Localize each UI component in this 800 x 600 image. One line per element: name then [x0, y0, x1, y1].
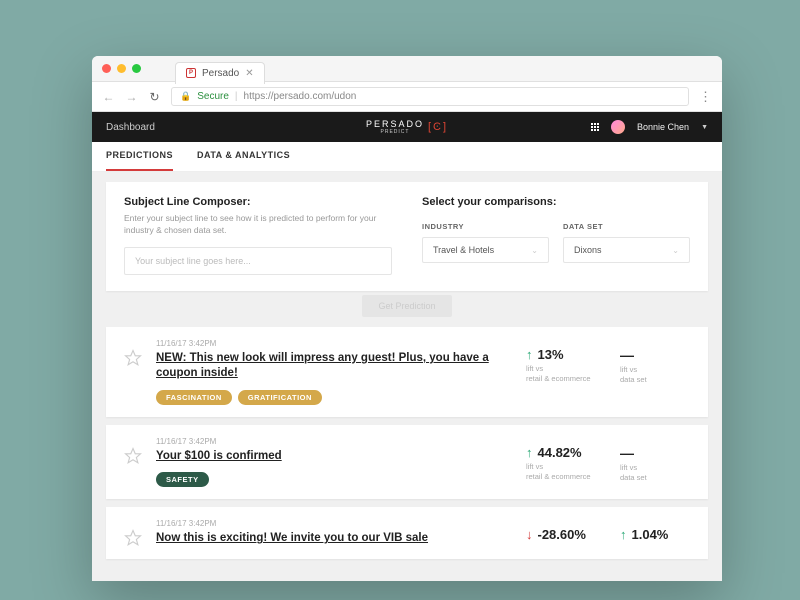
- minimize-window-icon[interactable]: [117, 64, 126, 73]
- secure-label: Secure: [197, 91, 229, 102]
- metric-value: 1.04%: [632, 527, 669, 542]
- metric: ↓ -28.60%: [526, 527, 596, 544]
- compare-title: Select your comparisons:: [422, 196, 690, 208]
- metric-label: lift vsdata set: [620, 365, 690, 385]
- star-icon[interactable]: [124, 529, 142, 547]
- composer-panel: Subject Line Composer: Enter your subjec…: [106, 182, 708, 291]
- arrow-down-icon: ↓: [526, 527, 533, 542]
- close-tab-icon[interactable]: ✕: [245, 68, 253, 79]
- tab-predictions[interactable]: PREDICTIONS: [106, 142, 173, 171]
- prediction-card: 11/16/17 3:42PM Now this is exciting! We…: [106, 507, 708, 559]
- nav-tabs: PREDICTIONS DATA & ANALYTICS: [92, 142, 722, 172]
- apps-icon[interactable]: [591, 123, 599, 131]
- prediction-card: 11/16/17 3:42PM NEW: This new look will …: [106, 327, 708, 417]
- metric: ↑ 1.04%: [620, 527, 690, 544]
- card-subject[interactable]: NEW: This new look will impress any gues…: [156, 351, 512, 382]
- lock-icon: 🔒: [180, 91, 191, 102]
- arrow-up-icon: ↑: [526, 347, 533, 362]
- metric-label: lift vsdata set: [620, 463, 690, 483]
- app-header: Dashboard PERSADO PREDICT [Ͼ] Bonnie Che…: [92, 112, 722, 142]
- metric-value: —: [620, 347, 634, 363]
- metric: ↑ 44.82% lift vsretail & ecommerce: [526, 445, 596, 483]
- dashboard-link[interactable]: Dashboard: [106, 122, 155, 133]
- dataset-value: Dixons: [574, 245, 602, 255]
- favicon-icon: P: [186, 68, 196, 78]
- industry-value: Travel & Hotels: [433, 245, 494, 255]
- metric: — lift vsdata set: [620, 445, 690, 483]
- dataset-label: DATA SET: [563, 222, 690, 231]
- logo-subtext: PREDICT: [366, 129, 424, 135]
- card-date: 11/16/17 3:42PM: [156, 519, 512, 528]
- url-field[interactable]: 🔒 Secure | https://persado.com/udon: [171, 87, 689, 106]
- logo: PERSADO PREDICT [Ͼ]: [366, 119, 448, 135]
- star-icon[interactable]: [124, 447, 142, 465]
- tag-row: SAFETY: [156, 472, 512, 487]
- get-prediction-button[interactable]: Get Prediction: [362, 295, 451, 317]
- metric-value: 44.82%: [538, 445, 582, 460]
- user-name: Bonnie Chen: [637, 122, 689, 132]
- composer-title: Subject Line Composer:: [124, 196, 392, 208]
- metric-value: -28.60%: [538, 527, 586, 542]
- maximize-window-icon[interactable]: [132, 64, 141, 73]
- card-subject[interactable]: Your $100 is confirmed: [156, 449, 512, 465]
- dataset-select[interactable]: Dixons ⌄: [563, 237, 690, 263]
- chevron-down-icon: ⌄: [531, 246, 538, 255]
- arrow-up-icon: ↑: [526, 445, 533, 460]
- tag: GRATIFICATION: [238, 390, 322, 405]
- card-subject[interactable]: Now this is exciting! We invite you to o…: [156, 531, 512, 547]
- browser-tab[interactable]: P Persado ✕: [175, 62, 265, 84]
- address-bar: ← → ↻ 🔒 Secure | https://persado.com/udo…: [92, 82, 722, 112]
- subject-input[interactable]: Your subject line goes here...: [124, 247, 392, 275]
- menu-icon[interactable]: ⋮: [699, 89, 712, 105]
- tag-row: FASCINATION GRATIFICATION: [156, 390, 512, 405]
- content-area: Subject Line Composer: Enter your subjec…: [92, 172, 722, 581]
- metric-value: 13%: [538, 347, 564, 362]
- forward-icon[interactable]: →: [125, 90, 138, 103]
- metrics: ↑ 13% lift vsretail & ecommerce — lift vsdat…: [526, 339, 690, 385]
- card-date: 11/16/17 3:42PM: [156, 437, 512, 446]
- chevron-down-icon[interactable]: ▼: [701, 124, 708, 131]
- arrow-up-icon: ↑: [620, 527, 627, 542]
- metric: — lift vsdata set: [620, 347, 690, 385]
- chevron-down-icon: ⌄: [672, 246, 679, 255]
- tab-title: Persado: [202, 68, 239, 79]
- prediction-card: 11/16/17 3:42PM Your $100 is confirmed S…: [106, 425, 708, 500]
- close-window-icon[interactable]: [102, 64, 111, 73]
- industry-label: INDUSTRY: [422, 222, 549, 231]
- url-text: https://persado.com/udon: [244, 91, 357, 102]
- star-icon[interactable]: [124, 349, 142, 367]
- titlebar: P Persado ✕: [92, 56, 722, 82]
- metric-label: lift vsretail & ecommerce: [526, 364, 596, 384]
- metric-label: lift vsretail & ecommerce: [526, 462, 596, 482]
- browser-window: P Persado ✕ ← → ↻ 🔒 Secure | https://per…: [92, 56, 722, 581]
- industry-select[interactable]: Travel & Hotels ⌄: [422, 237, 549, 263]
- logo-mark-icon: [Ͼ]: [428, 121, 448, 133]
- logo-text: PERSADO: [366, 119, 424, 129]
- metrics: ↑ 44.82% lift vsretail & ecommerce — lift vs…: [526, 437, 690, 483]
- tab-analytics[interactable]: DATA & ANALYTICS: [197, 142, 290, 171]
- composer-help: Enter your subject line to see how it is…: [124, 213, 392, 237]
- tag: SAFETY: [156, 472, 209, 487]
- metrics: ↓ -28.60% ↑ 1.04%: [526, 519, 690, 544]
- back-icon[interactable]: ←: [102, 90, 115, 103]
- avatar[interactable]: [611, 120, 625, 134]
- card-date: 11/16/17 3:42PM: [156, 339, 512, 348]
- reload-icon[interactable]: ↻: [148, 90, 161, 103]
- metric-value: —: [620, 445, 634, 461]
- metric: ↑ 13% lift vsretail & ecommerce: [526, 347, 596, 385]
- tag: FASCINATION: [156, 390, 232, 405]
